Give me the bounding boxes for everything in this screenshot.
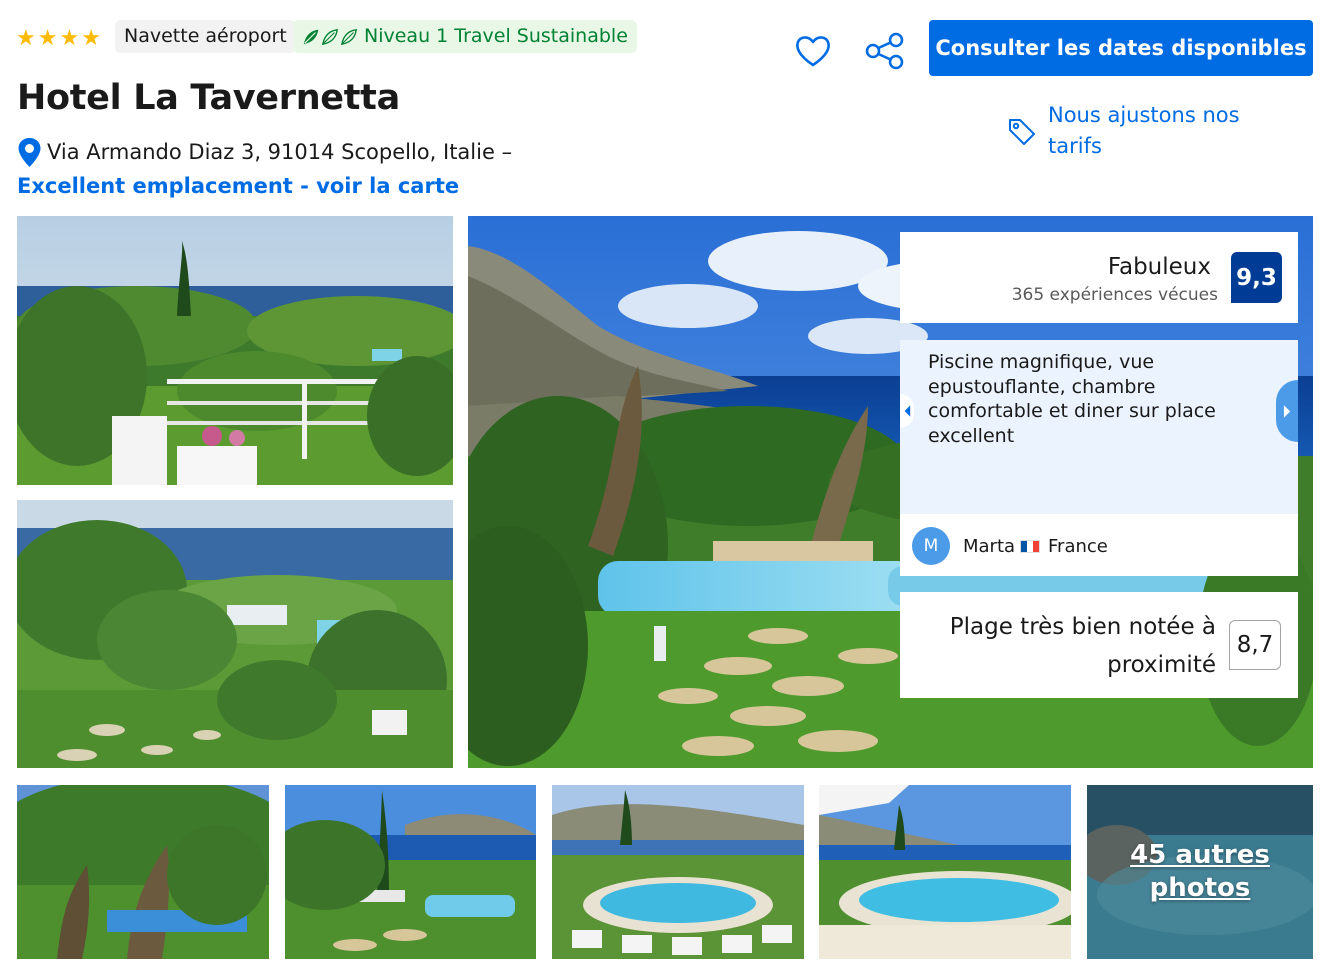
more-photos-button[interactable]: 45 autres photos	[1087, 785, 1313, 959]
beach-score-card[interactable]: Plage très bien notée à proximité 8,7	[900, 592, 1298, 698]
avatar: M	[912, 527, 950, 565]
map-pin-icon	[17, 137, 42, 169]
beach-label: Plage très bien notée à proximité	[949, 614, 1216, 678]
guest-review-card[interactable]: Piscine magnifique, vue epustouflante, c…	[900, 340, 1298, 576]
price-match-link[interactable]: Nous ajustons nos tarifs	[1048, 100, 1288, 162]
hotel-photo-thumbnail[interactable]	[552, 785, 804, 959]
leaf-icon	[302, 28, 358, 46]
hotel-photo-thumbnail[interactable]	[17, 785, 269, 959]
airport-shuttle-badge: Navette aéroport	[115, 20, 296, 53]
hotel-address: Via Armando Diaz 3, 91014 Scopello, Ital…	[47, 140, 513, 164]
sustainable-badge[interactable]: Niveau 1 Travel Sustainable	[293, 20, 637, 53]
reviewer-info: M Marta France	[900, 514, 1298, 576]
chevron-right-icon	[1283, 404, 1290, 418]
hotel-photo[interactable]	[17, 216, 453, 485]
score-badge: 9,3	[1231, 252, 1282, 303]
star-icon: ★	[16, 26, 36, 51]
chevron-left-icon	[904, 405, 911, 417]
hotel-photo-thumbnail[interactable]	[285, 785, 536, 959]
reviewer-name: Marta	[963, 536, 1016, 557]
beach-score-badge: 8,7	[1229, 620, 1281, 670]
reviewer-country: France	[1048, 536, 1108, 557]
price-tag-icon	[1006, 116, 1038, 148]
check-availability-button[interactable]: Consulter les dates disponibles	[929, 20, 1313, 76]
heart-icon[interactable]	[794, 33, 832, 69]
next-review-button[interactable]	[1276, 380, 1298, 442]
star-rating: ★ ★ ★ ★	[16, 28, 101, 50]
more-photos-label: 45 autres photos	[1130, 840, 1270, 903]
map-link[interactable]: Excellent emplacement - voir la carte	[17, 174, 459, 198]
review-text: Piscine magnifique, vue epustouflante, c…	[928, 351, 1216, 447]
hotel-photo-thumbnail[interactable]	[819, 785, 1071, 959]
hotel-name: Hotel La Tavernetta	[17, 78, 400, 118]
star-icon: ★	[37, 26, 58, 51]
hotel-photo[interactable]	[17, 500, 453, 768]
share-icon[interactable]	[864, 31, 906, 71]
review-score-card[interactable]: Fabuleux 365 expériences vécues 9,3	[900, 232, 1298, 323]
star-icon: ★	[59, 26, 80, 51]
star-icon: ★	[81, 26, 101, 51]
score-label: Fabuleux	[1107, 254, 1211, 280]
review-count: 365 expériences vécues	[1011, 285, 1218, 305]
sustainable-badge-label: Niveau 1 Travel Sustainable	[364, 25, 628, 47]
france-flag-icon	[1020, 540, 1040, 553]
